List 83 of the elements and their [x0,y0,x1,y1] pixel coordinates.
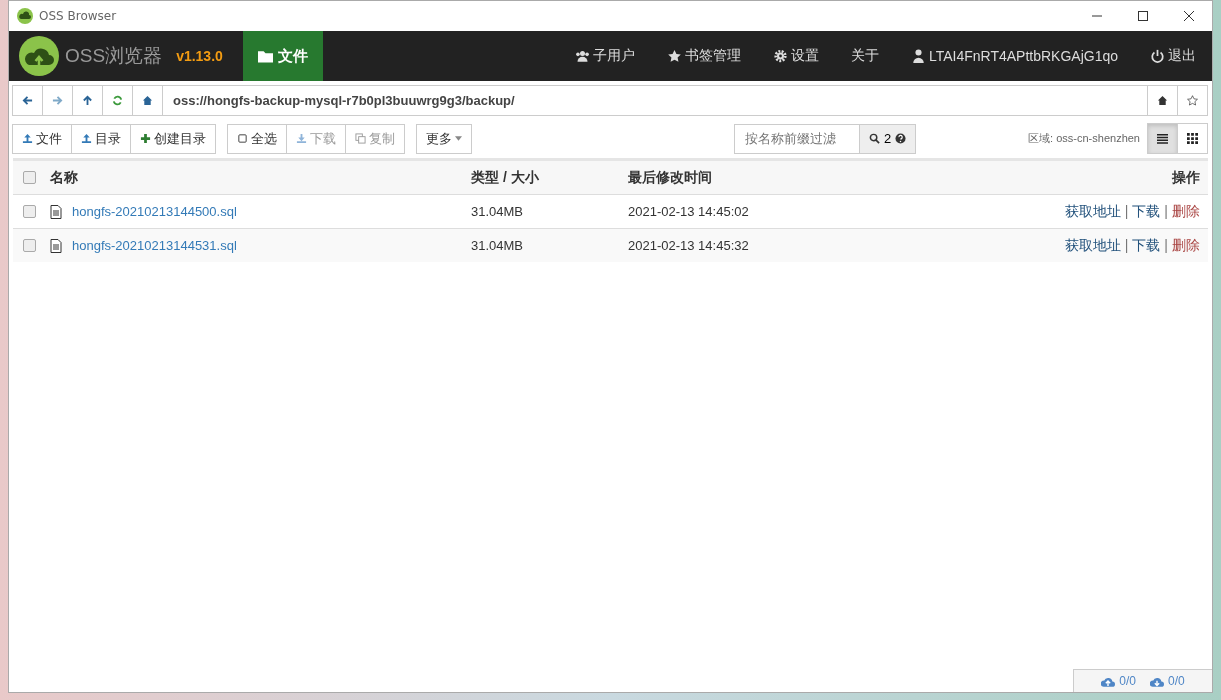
star-icon [1187,95,1198,106]
home-icon [1157,95,1168,106]
toolbar-button[interactable]: 文件 [12,123,72,154]
cloud-logo-icon [17,8,33,24]
nav-menu-item[interactable]: 设置 [756,47,835,65]
app-name: OSS浏览器 [65,44,163,68]
grid-icon [1187,133,1198,144]
home-icon [142,95,153,106]
separator: | [1164,236,1168,253]
home-button[interactable] [1147,85,1178,116]
toolbar-button[interactable]: 创建目录 [130,123,216,154]
nav-menu-item[interactable]: LTAI4FnRT4APttbRKGAjG1qo [894,48,1134,64]
column-header: 最后修改时间 [628,168,713,187]
action-link[interactable]: 下载 [1132,236,1161,253]
nav-menu-item[interactable]: 子用户 [558,47,651,65]
copy-icon [355,133,366,144]
checkbox-icon [237,133,248,144]
help-icon [895,133,907,144]
close-icon[interactable] [1183,10,1195,22]
toolbar-button[interactable]: 目录 [71,123,131,154]
upload-count: 0/0 [1119,674,1136,688]
column-header: 类型 / 大小 [471,168,540,187]
user-icon [910,49,926,63]
users-icon [574,49,590,63]
nav-tab[interactable]: 文件 [242,31,323,81]
grid-view-button[interactable] [1177,123,1208,154]
upload-icon [81,133,92,144]
table-cell-text: 2021-02-13 14:45:32 [628,238,750,253]
table-cell-text: 31.04MB [471,238,525,253]
cloud-logo-icon [19,36,59,76]
action-link[interactable]: 获取地址 [1064,236,1121,253]
nav-menu-item[interactable]: 退出 [1134,47,1212,65]
caret-icon [455,136,462,141]
cloud-download-icon [1150,675,1164,687]
list-icon [1157,133,1168,144]
back-button[interactable] [12,85,43,116]
power-icon [1150,49,1165,63]
search-icon [868,133,880,144]
separator: | [1124,202,1129,219]
file-name-link[interactable]: hongfs-20210213144531.sql [72,238,237,253]
list-view-button[interactable] [1147,123,1178,154]
filter-field[interactable]: 按名称前缀过滤 [733,123,860,154]
nav-menu-item[interactable]: 书签管理 [650,47,757,65]
maximize-icon[interactable] [1137,10,1149,22]
version-label: v1.13.0 [176,48,223,64]
right-arrow-icon [52,95,63,106]
window-title: OSS Browser [39,9,117,23]
separator: | [1164,202,1168,219]
upload-icon [22,133,33,144]
search-button[interactable]: 2 [858,123,917,154]
nav-menu-item[interactable]: 关于 [834,47,895,65]
file-name-link[interactable]: hongfs-20210213144500.sql [72,204,237,219]
settings-icon [772,49,788,63]
toolbar-button[interactable]: 更多 [416,123,472,154]
delete-link[interactable]: 删除 [1172,236,1200,253]
table-cell-text: 31.04MB [471,204,525,219]
delete-link[interactable]: 删除 [1172,202,1200,219]
refresh-icon [112,95,123,106]
separator: | [1124,236,1129,253]
region-label: 区域: oss-cn-shenzhen [1028,131,1140,146]
download-icon [296,133,307,144]
column-header: 名称 [50,168,79,187]
file-icon [50,204,62,219]
home-button[interactable] [132,85,163,116]
row-checkbox[interactable] [23,205,36,218]
star-icon [666,49,682,63]
path-field[interactable]: oss://hongfs-backup-mysql-r7b0pl3buuwrg9g3/backup/ [162,85,1148,116]
column-header: 操作 [1171,168,1201,187]
left-arrow-icon [22,95,33,106]
action-link[interactable]: 获取地址 [1064,202,1121,219]
toolbar-button[interactable]: 全选 [227,123,287,154]
refresh-button[interactable] [102,85,133,116]
plus-icon [140,133,151,144]
table-cell-text: 2021-02-13 14:45:02 [628,204,750,219]
action-link[interactable]: 下载 [1132,202,1161,219]
download-count: 0/0 [1168,674,1185,688]
up-button[interactable] [72,85,103,116]
up-arrow-icon [82,95,93,106]
folder-icon [257,49,273,63]
cloud-upload-icon [1101,675,1116,687]
row-checkbox[interactable] [23,239,36,252]
file-icon [50,238,62,253]
select-all-checkbox[interactable] [23,171,36,184]
